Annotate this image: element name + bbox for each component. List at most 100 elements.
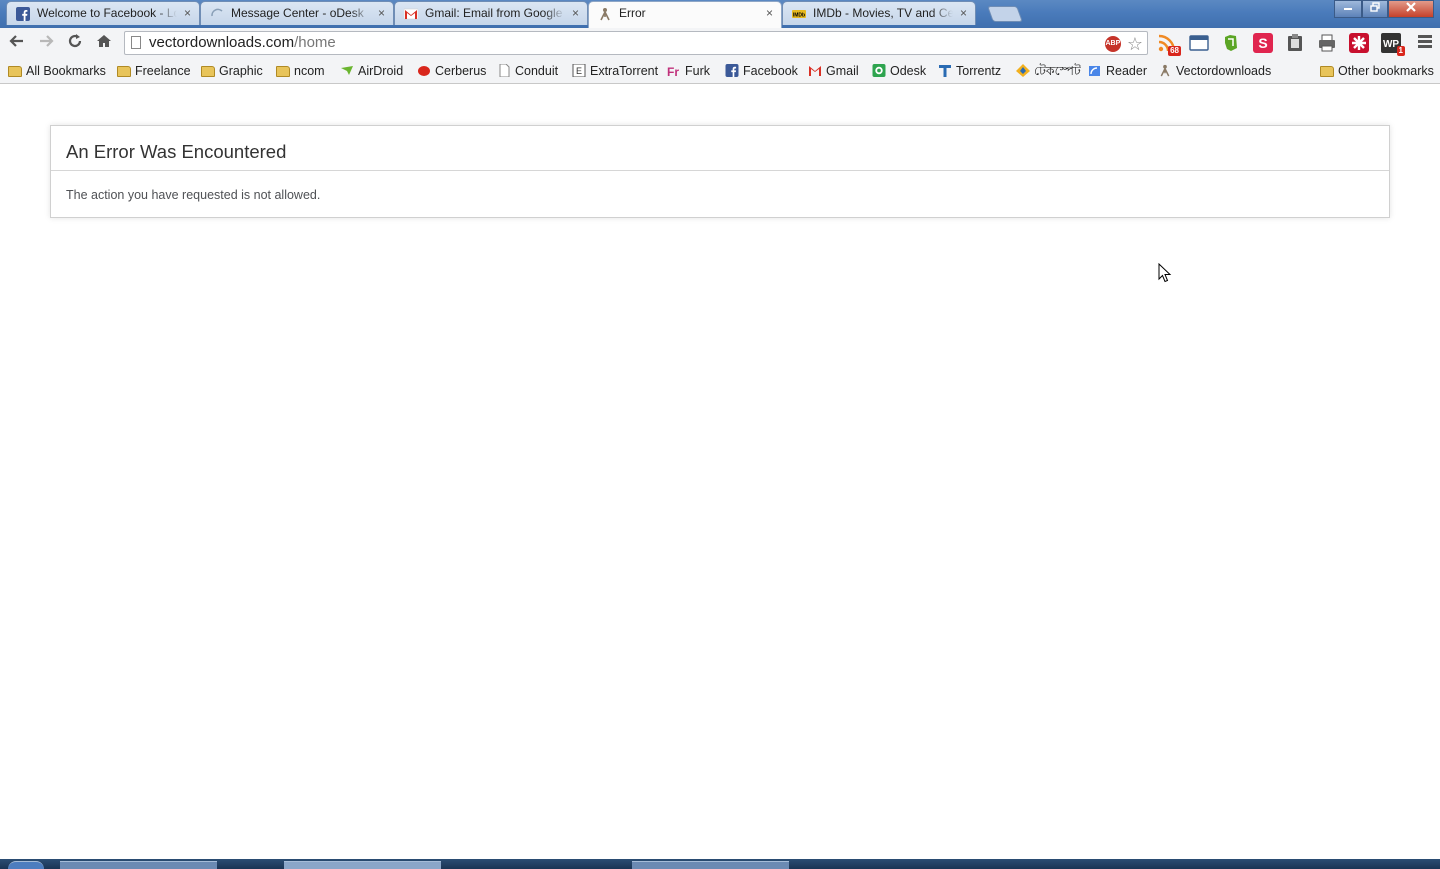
bookmarks-bar: All Bookmarks Freelance Graphic ncom Air… — [0, 58, 1440, 84]
tab-imdb[interactable]: IMDb IMDb - Movies, TV and Celebrities × — [782, 1, 976, 25]
bookmark-airdroid[interactable]: AirDroid — [340, 62, 403, 80]
error-panel: An Error Was Encountered The action you … — [50, 125, 1390, 218]
rss-icon[interactable]: 68 — [1157, 33, 1181, 56]
bookmark-label: Gmail — [826, 64, 859, 78]
url-path: /home — [294, 34, 336, 51]
omnibox-actions: ABP ☆ — [1104, 33, 1143, 55]
bookmark-label: Facebook — [743, 64, 798, 78]
reload-button[interactable] — [64, 32, 86, 54]
bookmark-furk[interactable]: Fr Furk — [667, 62, 710, 80]
folder-icon — [201, 66, 215, 77]
bookmark-label: Conduit — [515, 64, 559, 78]
divider — [51, 170, 1389, 171]
back-button[interactable] — [6, 32, 28, 54]
furk-icon: Fr — [667, 65, 679, 77]
url-host: vectordownloads.com — [149, 34, 295, 51]
printer-icon[interactable] — [1317, 33, 1337, 53]
other-bookmarks[interactable]: Other bookmarks — [1320, 62, 1434, 80]
lastpass-icon[interactable] — [1349, 33, 1369, 53]
tab-facebook[interactable]: Welcome to Facebook - Log In × — [6, 1, 200, 25]
taskbar-chrome[interactable] — [284, 861, 441, 869]
facebook-icon — [16, 7, 30, 21]
taskbar — [0, 859, 1440, 869]
bookmark-label: Freelance — [135, 64, 191, 78]
bookmark-cerberus[interactable]: Cerberus — [417, 62, 486, 80]
bookmark-conduit[interactable]: Conduit — [497, 62, 558, 80]
stumbleupon-icon[interactable]: S — [1253, 33, 1273, 53]
adblock-icon[interactable]: ABP — [1104, 36, 1121, 52]
bookmark-label: Furk — [685, 64, 710, 78]
vectordownloads-icon — [1160, 64, 1170, 77]
bookmark-reader[interactable]: Reader — [1088, 62, 1147, 80]
error-message: The action you have requested is not all… — [66, 188, 321, 202]
tab-gmail[interactable]: Gmail: Email from Google × — [394, 1, 588, 25]
torrentz-icon — [939, 65, 951, 77]
taskbar-app[interactable] — [632, 861, 789, 869]
start-button[interactable] — [8, 861, 44, 869]
bookmark-facebook[interactable]: Facebook — [725, 62, 798, 80]
window-icon[interactable] — [1189, 33, 1209, 53]
vectordownloads-icon — [600, 8, 610, 21]
home-button[interactable] — [93, 32, 115, 54]
forward-arrow-icon — [40, 35, 54, 47]
restore-icon — [1370, 2, 1380, 12]
tab-odesk[interactable]: Message Center - oDesk × — [200, 1, 394, 25]
tab-close-button[interactable]: × — [960, 6, 967, 20]
bookmark-freelance[interactable]: Freelance — [117, 62, 191, 80]
gmail-icon — [404, 8, 418, 20]
minimize-icon — [1344, 8, 1352, 10]
bookmark-extratorrent[interactable]: E ExtraTorrent — [572, 62, 658, 80]
other-bookmarks-label: Other bookmarks — [1338, 64, 1434, 78]
clipboard-icon[interactable] — [1285, 33, 1305, 53]
facebook-icon — [725, 64, 739, 77]
mouse-cursor-icon — [1158, 263, 1172, 283]
odesk-icon — [872, 64, 886, 77]
tab-strip: Welcome to Facebook - Log In × Message C… — [6, 0, 1023, 28]
tab-close-button[interactable]: × — [766, 6, 773, 20]
close-icon — [1406, 2, 1416, 12]
bookmark-graphic[interactable]: Graphic — [201, 62, 263, 80]
new-tab-button[interactable] — [987, 6, 1023, 22]
bookmark-label: AirDroid — [358, 64, 404, 78]
bookmark-label: Vectordownloads — [1176, 64, 1272, 78]
taskbar-explorer[interactable] — [60, 861, 217, 869]
bookmark-star-icon[interactable]: ☆ — [1127, 33, 1143, 55]
svg-text:E: E — [576, 66, 582, 76]
tab-close-button[interactable]: × — [572, 6, 579, 20]
address-bar[interactable]: vectordownloads.com/home ABP ☆ — [124, 31, 1148, 55]
bookmark-all-bookmarks[interactable]: All Bookmarks — [8, 62, 106, 80]
bookmark-gmail[interactable]: Gmail — [808, 62, 859, 80]
evernote-icon[interactable] — [1221, 33, 1241, 53]
loading-icon — [211, 8, 223, 17]
bookmark-techspot[interactable]: টেকস্পেট — [1016, 62, 1081, 80]
maximize-button[interactable] — [1362, 0, 1388, 18]
gmail-icon — [809, 66, 821, 76]
bookmark-label: Graphic — [219, 64, 263, 78]
folder-icon — [117, 66, 131, 77]
airdroid-icon — [341, 66, 353, 75]
tab-title: Error — [619, 6, 646, 20]
cerberus-icon — [418, 66, 430, 76]
chrome-menu-icon[interactable] — [1418, 35, 1432, 50]
bookmark-odesk[interactable]: Odesk — [872, 62, 926, 80]
title-bar: Welcome to Facebook - Log In × Message C… — [0, 0, 1440, 28]
navigation-toolbar: vectordownloads.com/home ABP ☆ 68 S WP 1 — [0, 28, 1440, 58]
back-arrow-icon — [9, 35, 23, 47]
bookmark-torrentz[interactable]: Torrentz — [938, 62, 1001, 80]
bookmark-label: Odesk — [890, 64, 927, 78]
bookmark-label: ExtraTorrent — [590, 64, 659, 78]
reader-icon — [1089, 66, 1100, 76]
tab-close-button[interactable]: × — [378, 6, 385, 20]
minimize-button[interactable] — [1334, 0, 1362, 18]
close-window-button[interactable] — [1388, 0, 1434, 18]
bookmark-ncom[interactable]: ncom — [276, 62, 325, 80]
bookmark-vectordownloads[interactable]: Vectordownloads — [1158, 62, 1271, 80]
rss-badge: 68 — [1168, 46, 1181, 56]
page-icon — [499, 64, 510, 77]
wordpress-icon[interactable]: WP 1 — [1381, 33, 1405, 56]
svg-text:Fr: Fr — [667, 65, 679, 77]
page-icon — [131, 36, 141, 49]
tab-close-button[interactable]: × — [184, 6, 191, 20]
tab-error[interactable]: Error × — [588, 1, 782, 28]
forward-button[interactable] — [35, 32, 57, 54]
